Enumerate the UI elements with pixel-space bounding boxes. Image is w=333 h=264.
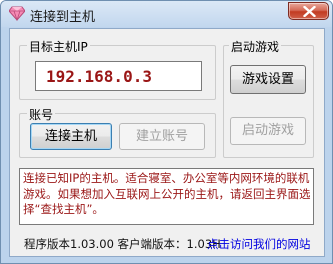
dialog-window: 连接到主机 目标主机IP 192.168.0.3 账号 连接主机 建立账号 启动…: [0, 0, 333, 264]
connect-host-button[interactable]: 连接主机: [30, 123, 112, 150]
account-legend: 账号: [27, 106, 56, 123]
close-icon: [303, 6, 316, 17]
close-button[interactable]: [288, 2, 329, 20]
help-notice-text: 连接已知IP的主机。适合寝室、办公室等内网环境的联机游戏。如果想加入互联网上公开…: [19, 168, 314, 225]
version-info: 程序版本1.03.00 客户端版本：1.03H: [24, 237, 221, 251]
launch-game-button[interactable]: 启动游戏: [230, 117, 306, 145]
create-account-button[interactable]: 建立账号: [119, 123, 205, 150]
game-settings-button[interactable]: 游戏设置: [230, 65, 306, 94]
launch-game-legend: 启动游戏: [229, 38, 282, 55]
target-host-legend: 目标主机IP: [27, 38, 90, 55]
title-bar[interactable]: 连接到主机: [1, 1, 332, 27]
diamond-icon: [8, 6, 26, 22]
window-title: 连接到主机: [30, 10, 96, 25]
website-link[interactable]: 点击访问我们的网站: [207, 236, 311, 252]
host-ip-input[interactable]: 192.168.0.3: [35, 61, 202, 91]
dialog-client-area: 目标主机IP 192.168.0.3 账号 连接主机 建立账号 启动游戏 游戏设…: [9, 28, 325, 257]
